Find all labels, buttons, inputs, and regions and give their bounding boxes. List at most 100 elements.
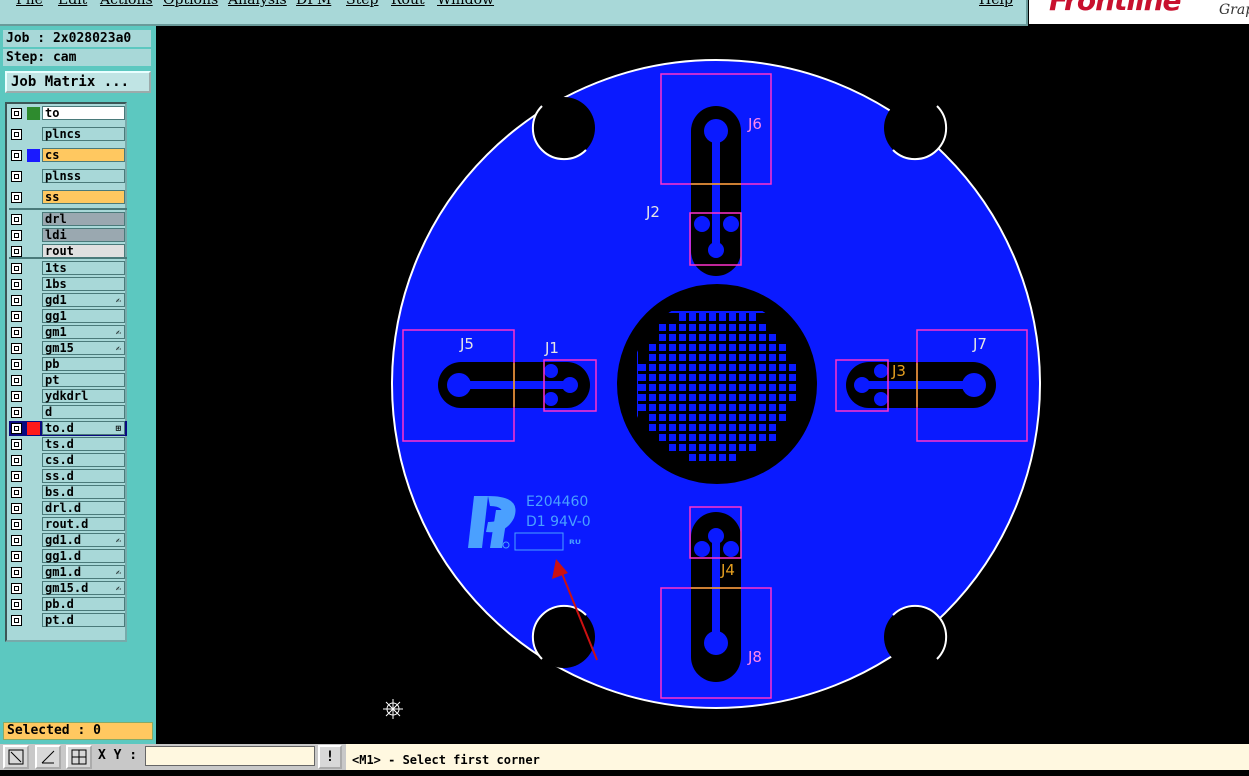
layer-row[interactable]: pt [9,373,127,388]
layer-checkbox[interactable] [11,129,22,140]
layer-row[interactable]: 1ts [9,261,127,276]
layer-name[interactable]: pt.d [42,613,125,627]
layer-row[interactable]: cs.d [9,453,127,468]
layer-row[interactable]: ts.d [9,437,127,452]
layer-checkbox[interactable] [11,423,22,434]
layer-row[interactable]: gm1.d ✍ [9,565,127,580]
layer-name[interactable]: drl [42,212,125,226]
layer-checkbox[interactable] [11,391,22,402]
menu-help[interactable]: Help [979,0,1013,8]
layer-checkbox[interactable] [11,230,22,241]
layer-row[interactable]: 1bs [9,277,127,292]
layer-name[interactable]: ss.d [42,469,125,483]
layer-name[interactable]: ydkdrl [42,389,125,403]
layer-checkbox[interactable] [11,455,22,466]
layer-checkbox[interactable] [11,192,22,203]
layer-name[interactable]: rout [42,244,125,258]
layer-row[interactable]: pb [9,357,127,372]
layer-name[interactable]: ss [42,190,125,204]
layer-checkbox[interactable] [11,439,22,450]
layer-checkbox[interactable] [11,311,22,322]
layer-checkbox[interactable] [11,171,22,182]
layer-row[interactable]: ldi [9,228,127,243]
layer-name[interactable]: gg1.d [42,549,125,563]
layer-name[interactable]: 1bs [42,277,125,291]
layer-row[interactable]: to [9,106,127,121]
menu-rout[interactable]: Rout [391,0,425,8]
layer-checkbox[interactable] [11,295,22,306]
layer-checkbox[interactable] [11,279,22,290]
layer-checkbox[interactable] [11,471,22,482]
menu-dfm[interactable]: DFM [296,0,331,8]
warning-button[interactable]: ! [318,745,342,769]
layer-name[interactable]: bs.d [42,485,125,499]
layer-name[interactable]: gg1 [42,309,125,323]
zoom-area-icon[interactable] [3,745,29,769]
layer-row[interactable]: gm1 ✍ [9,325,127,340]
layer-checkbox[interactable] [11,519,22,530]
layer-checkbox[interactable] [11,108,22,119]
job-matrix-button[interactable]: Job Matrix ... [5,71,151,93]
layer-name[interactable]: pt [42,373,125,387]
layer-checkbox[interactable] [11,343,22,354]
layer-row[interactable]: plncs [9,127,127,142]
layer-row[interactable]: pt.d [9,613,127,628]
layer-row[interactable]: gg1.d [9,549,127,564]
layer-row[interactable]: drl [9,212,127,227]
layer-name[interactable]: drl.d [42,501,125,515]
layer-checkbox[interactable] [11,359,22,370]
layer-name[interactable]: gm15 ✍ [42,341,125,355]
layer-row[interactable]: bs.d [9,485,127,500]
layer-row[interactable]: pb.d [9,597,127,612]
layer-name[interactable]: plnss [42,169,125,183]
xy-input[interactable] [145,746,315,766]
layer-checkbox[interactable] [11,551,22,562]
layer-checkbox[interactable] [11,327,22,338]
layer-row[interactable]: rout.d [9,517,127,532]
pcb-view[interactable]: J2 J5 J1 J7 J3 J4 J6 J8 E204460 D1 94V-0… [156,26,1249,744]
layer-checkbox[interactable] [11,407,22,418]
layer-row[interactable]: cs [9,148,127,163]
layer-checkbox[interactable] [11,503,22,514]
layer-checkbox[interactable] [11,567,22,578]
layer-checkbox[interactable] [11,214,22,225]
layer-name[interactable]: d [42,405,125,419]
layer-row[interactable]: d [9,405,127,420]
layer-checkbox[interactable] [11,150,22,161]
layer-row[interactable]: gg1 [9,309,127,324]
layer-name[interactable]: gm1.d ✍ [42,565,125,579]
layer-name[interactable]: gd1.d ✍ [42,533,125,547]
measure-icon[interactable] [35,745,61,769]
graphic-canvas[interactable]: J2 J5 J1 J7 J3 J4 J6 J8 E204460 D1 94V-0… [156,26,1249,744]
menu-analysis[interactable]: Analysis [228,0,287,8]
layer-name[interactable]: pb.d [42,597,125,611]
layer-name[interactable]: cs [42,148,125,162]
layer-name[interactable]: to.d ⊞ [42,421,125,435]
layer-row[interactable]: drl.d [9,501,127,516]
menu-step[interactable]: Step [346,0,378,8]
layer-row[interactable]: plnss [9,169,127,184]
layer-row[interactable]: gd1.d ✍ [9,533,127,548]
menu-actions[interactable]: Actions [100,0,153,8]
menu-options[interactable]: Options [163,0,218,8]
layer-row[interactable]: ss.d [9,469,127,484]
menu-window[interactable]: Window [437,0,494,8]
layer-checkbox[interactable] [11,487,22,498]
snap-grid-icon[interactable] [66,745,92,769]
layer-row[interactable]: to.d ⊞ [9,421,127,436]
layer-row[interactable]: gm15.d ✍ [9,581,127,596]
layer-name[interactable]: plncs [42,127,125,141]
layer-row[interactable]: gd1 ✍ [9,293,127,308]
layer-name[interactable]: rout.d [42,517,125,531]
layer-checkbox[interactable] [11,583,22,594]
menu-edit[interactable]: Edit [58,0,87,8]
layer-name[interactable]: to [42,106,125,120]
layer-row[interactable]: gm15 ✍ [9,341,127,356]
layer-row[interactable]: ydkdrl [9,389,127,404]
layer-checkbox[interactable] [11,263,22,274]
layer-checkbox[interactable] [11,615,22,626]
menu-file[interactable]: File [16,0,43,8]
layer-row[interactable]: ss [9,190,127,205]
layer-name[interactable]: gm1 ✍ [42,325,125,339]
layer-name[interactable]: 1ts [42,261,125,275]
